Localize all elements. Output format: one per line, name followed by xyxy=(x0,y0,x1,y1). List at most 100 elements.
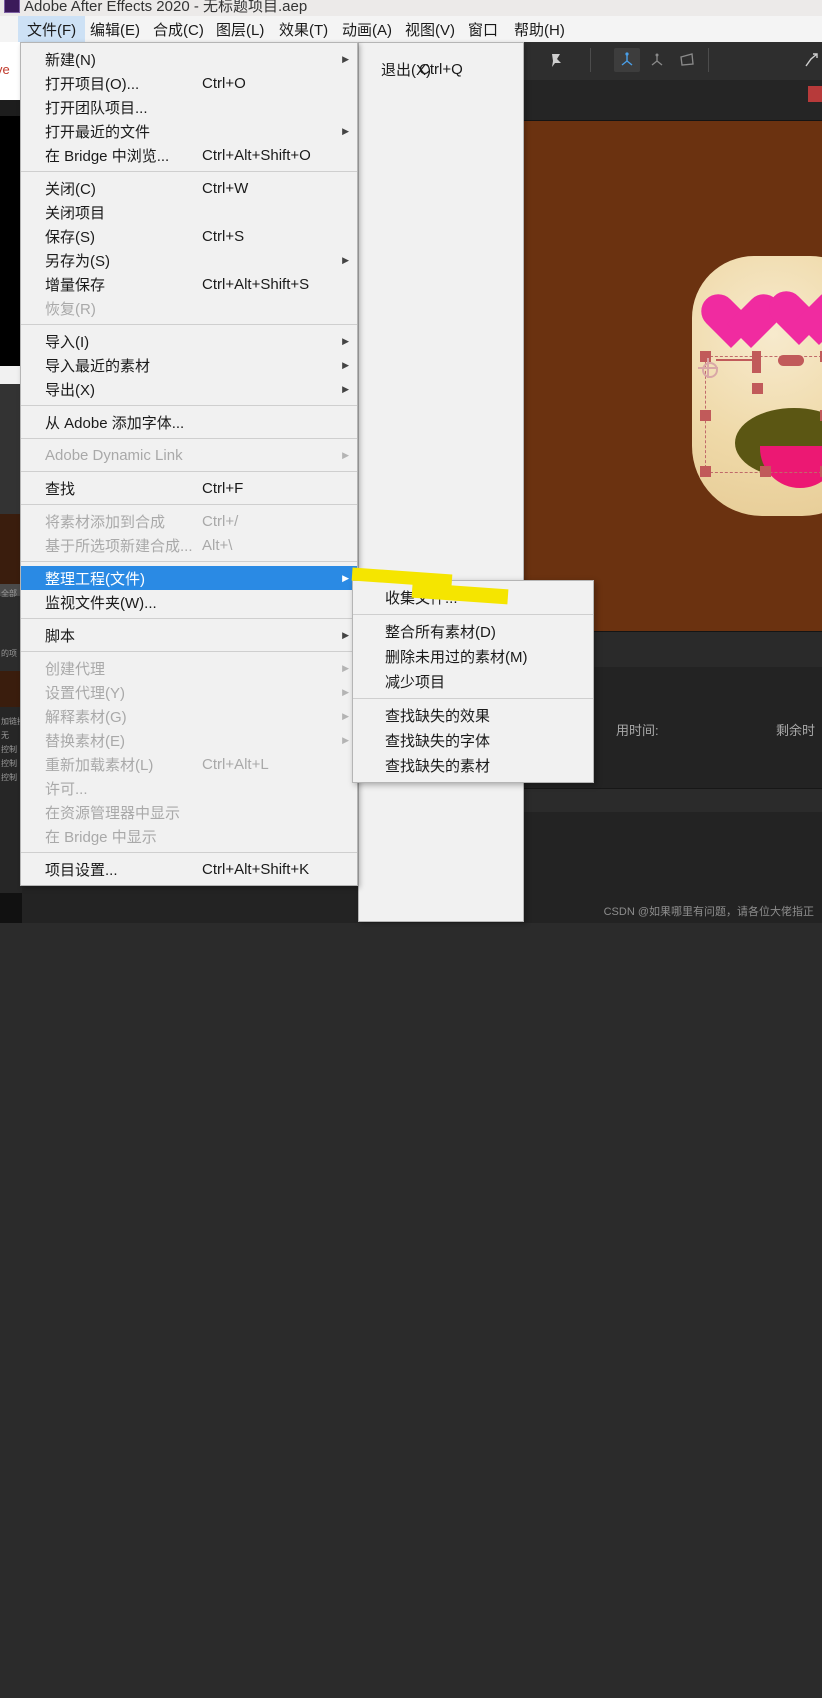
pan-behind-icon[interactable] xyxy=(674,48,700,72)
anchor-point-icon[interactable] xyxy=(698,358,718,378)
submenu-item-label: 整合所有素材(D) xyxy=(385,624,496,641)
menu-item-label: 在 Bridge 中显示 xyxy=(45,828,157,846)
rotate-icon[interactable] xyxy=(798,48,822,72)
menu-item[interactable]: 脚本 ▶ xyxy=(21,623,357,647)
menu-item: 在资源管理器中显示 xyxy=(21,800,357,824)
menu-separator xyxy=(21,471,357,472)
menu-item: Adobe Dynamic Link ▶ xyxy=(21,443,357,467)
menu-item[interactable]: 增量保存 Ctrl+Alt+Shift+S xyxy=(21,272,357,296)
close-tab-indicator[interactable] xyxy=(808,86,822,102)
chevron-right-icon: ▶ xyxy=(342,686,349,697)
menu-item-shortcut: Ctrl+Alt+Shift+O xyxy=(202,146,311,164)
orbit-camera-icon[interactable] xyxy=(644,48,670,72)
selection-handle[interactable] xyxy=(778,355,804,366)
menu-item-exit[interactable]: 退出(X) Ctrl+Q xyxy=(359,57,523,81)
submenu-item[interactable]: 整合所有素材(D) xyxy=(353,619,593,644)
menu-item-shortcut: Alt+\ xyxy=(202,536,233,554)
menubar-item-effect[interactable]: 效果(T) xyxy=(270,16,337,42)
menu-item[interactable]: 导出(X) ▶ xyxy=(21,377,357,401)
menu-item-label: 导出(X) xyxy=(45,381,95,399)
menu-item: 解释素材(G) ▶ xyxy=(21,704,357,728)
menubar: 文件(F) 编辑(E) 合成(C) 图层(L) 效果(T) 动画(A) 视图(V… xyxy=(0,16,822,42)
menu-item[interactable]: 另存为(S) ▶ xyxy=(21,248,357,272)
menu-separator xyxy=(21,852,357,853)
left-preview-thumb-2 xyxy=(0,671,22,707)
menu-item[interactable]: 关闭(C) Ctrl+W xyxy=(21,176,357,200)
submenu-item[interactable]: 删除未用过的素材(M) xyxy=(353,644,593,669)
menu-item-label: 创建代理 xyxy=(45,660,106,678)
menu-item-label: 重新加载素材(L) xyxy=(45,756,154,774)
ae-viewer-tabbar: 成 表情 ☰ 素材（无） xyxy=(520,80,822,121)
menu-item-label: 查找 xyxy=(45,480,76,498)
menubar-item-layer[interactable]: 图层(L) xyxy=(207,16,273,42)
menu-item[interactable]: 从 Adobe 添加字体... xyxy=(21,410,357,434)
watermark-text: CSDN @如果哪里有问题，请各位大佬指正 xyxy=(603,906,814,918)
menu-item[interactable]: 打开团队项目... xyxy=(21,95,357,119)
submenu-item[interactable]: 减少项目 xyxy=(353,669,593,694)
menu-item[interactable]: 新建(N) ▶ xyxy=(21,47,357,71)
menu-item-label: 另存为(S) xyxy=(45,252,110,270)
menu-item[interactable]: 项目设置... Ctrl+Alt+Shift+K xyxy=(21,857,357,881)
layer-selection-box[interactable] xyxy=(705,356,822,473)
menu-item-label: 解释素材(G) xyxy=(45,708,127,726)
menubar-item-animation[interactable]: 动画(A) xyxy=(333,16,401,42)
menubar-item-file[interactable]: 文件(F) xyxy=(18,16,86,42)
selection-handle[interactable] xyxy=(752,351,761,373)
remaining-time-label: 剩余时 xyxy=(776,723,816,738)
menu-item-exit-shortcut: Ctrl+Q xyxy=(419,60,463,78)
chevron-right-icon: ▶ xyxy=(342,383,349,394)
menu-item[interactable]: 查找 Ctrl+F xyxy=(21,476,357,500)
menu-separator xyxy=(21,405,357,406)
file-dropdown-menu: 新建(N) ▶ 打开项目(O)... Ctrl+O 打开团队项目... 打开最近的文件 ▶ 在… xyxy=(20,42,358,886)
app-logo-icon xyxy=(4,0,20,13)
menubar-item-help[interactable]: 帮助(H) xyxy=(505,16,574,42)
menu-item: 恢复(R) xyxy=(21,296,357,320)
menu-item[interactable]: 打开项目(O)... Ctrl+O xyxy=(21,71,357,95)
menu-item-label: 恢复(R) xyxy=(45,300,96,318)
selection-handle[interactable] xyxy=(700,410,711,421)
selection-handle[interactable] xyxy=(700,466,711,477)
menubar-item-composition[interactable]: 合成(C) xyxy=(144,16,213,42)
composition-viewer[interactable] xyxy=(520,121,822,631)
menu-separator xyxy=(21,651,357,652)
menu-item-label: 导入最近的素材 xyxy=(45,357,151,375)
unified-camera-icon[interactable] xyxy=(614,48,640,72)
heart-eye-right-icon xyxy=(785,293,822,351)
submenu-item[interactable]: 查找缺失的素材 xyxy=(353,753,593,778)
submenu-item-label: 删除未用过的素材(M) xyxy=(385,649,528,666)
submenu-item[interactable]: 收集文件... xyxy=(353,585,593,610)
submenu-item-label: 减少项目 xyxy=(385,674,446,691)
pin-icon[interactable] xyxy=(544,48,570,72)
menu-item[interactable]: 整理工程(文件) ▶ xyxy=(21,566,357,590)
menu-item[interactable]: 导入最近的素材 ▶ xyxy=(21,353,357,377)
submenu-item[interactable]: 查找缺失的效果 xyxy=(353,703,593,728)
chevron-right-icon: ▶ xyxy=(342,53,349,64)
selection-handle[interactable] xyxy=(752,383,763,394)
menu-item[interactable]: 导入(I) ▶ xyxy=(21,329,357,353)
menu-item: 替换素材(E) ▶ xyxy=(21,728,357,752)
menu-item[interactable]: 监视文件夹(W)... xyxy=(21,590,357,614)
submenu-item[interactable]: 查找缺失的字体 xyxy=(353,728,593,753)
menu-item[interactable]: 在 Bridge 中浏览... Ctrl+Alt+Shift+O xyxy=(21,143,357,167)
submenu-item-label: 查找缺失的素材 xyxy=(385,758,491,775)
menubar-item-view[interactable]: 视图(V) xyxy=(396,16,464,42)
left-project-panel xyxy=(0,116,22,366)
left-preview-thumb xyxy=(0,514,22,584)
menu-separator xyxy=(353,698,593,699)
menu-item-label: 关闭项目 xyxy=(45,204,106,222)
browser-content-fragment: ve xyxy=(0,62,10,77)
left-tiny-label-a: 全部 xyxy=(1,589,17,598)
menu-item[interactable]: 打开最近的文件 ▶ xyxy=(21,119,357,143)
consolidate-project-submenu: 收集文件... 整合所有素材(D) 删除未用过的素材(M) 减少项目 查找缺失的效果 查找… xyxy=(352,580,594,783)
menu-item-label: 许可... xyxy=(45,780,88,798)
menu-item[interactable]: 关闭项目 xyxy=(21,200,357,224)
menubar-item-window[interactable]: 窗口 xyxy=(459,16,507,42)
left-tiny-label-f: 控制 xyxy=(1,759,17,768)
menu-item[interactable]: 保存(S) Ctrl+S xyxy=(21,224,357,248)
selection-handle[interactable] xyxy=(760,466,771,477)
menu-item-shortcut: Ctrl+O xyxy=(202,74,246,92)
chevron-right-icon: ▶ xyxy=(342,710,349,721)
menu-item-label: 将素材添加到合成 xyxy=(45,513,166,531)
chevron-right-icon: ▶ xyxy=(342,254,349,265)
menubar-item-edit[interactable]: 编辑(E) xyxy=(81,16,149,42)
